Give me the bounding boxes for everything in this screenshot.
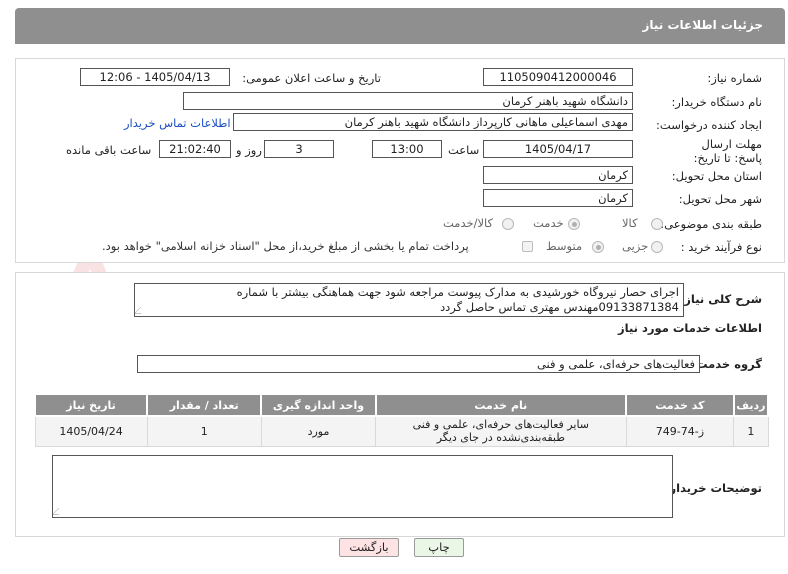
process-option-medium: متوسط bbox=[546, 239, 583, 253]
cell-date: 1405/04/24 bbox=[34, 415, 148, 447]
need-info-section bbox=[15, 58, 785, 263]
announce-date-label: تاریخ و ساعت اعلان عمومی: bbox=[242, 71, 381, 85]
cell-code: ز-74-749 bbox=[625, 415, 735, 447]
category-label: طبقه بندی موضوعی: bbox=[660, 217, 762, 231]
process-radio-minor[interactable] bbox=[651, 241, 663, 253]
cell-name: سایر فعالیت‌های حرفه‌ای، علمی و فنی طبقه… bbox=[375, 415, 627, 447]
creator-label: ایجاد کننده درخواست: bbox=[656, 118, 762, 132]
buyer-notes-textarea[interactable] bbox=[52, 455, 673, 518]
days-label: روز و bbox=[236, 143, 262, 157]
table-header-row: ردیف کد خدمت نام خدمت واحد اندازه گیری ت… bbox=[33, 393, 770, 417]
treasury-payment-checkbox[interactable] bbox=[522, 241, 533, 252]
deadline-time-field: 13:00 bbox=[372, 140, 442, 158]
deadline-time-label: ساعت bbox=[448, 143, 480, 157]
category-radio-goods-service[interactable] bbox=[502, 218, 514, 230]
city-field: کرمان bbox=[483, 189, 633, 207]
remaining-time-label: ساعت باقی مانده bbox=[66, 143, 152, 157]
treasury-payment-note: پرداخت تمام یا بخشی از مبلغ خرید،از محل … bbox=[102, 239, 469, 253]
col-unit-header: واحد اندازه گیری bbox=[260, 393, 377, 417]
col-date-header: تاریخ نیاز bbox=[33, 393, 149, 417]
service-group-label: گروه خدمت: bbox=[691, 357, 762, 371]
col-name-header: نام خدمت bbox=[374, 393, 628, 417]
category-radio-goods[interactable] bbox=[651, 218, 663, 230]
back-button[interactable]: بازگشت bbox=[339, 538, 399, 557]
service-group-field: فعالیت‌های حرفه‌ای، علمی و فنی bbox=[137, 355, 700, 373]
category-option-goods: کالا bbox=[622, 216, 638, 230]
province-label: استان محل تحویل: bbox=[671, 169, 762, 183]
category-option-goods-service: کالا/خدمت bbox=[443, 216, 494, 230]
buyer-contact-link[interactable]: اطلاعات تماس خریدار bbox=[124, 116, 231, 130]
col-code-header: کد خدمت bbox=[625, 393, 735, 417]
category-radio-service[interactable] bbox=[568, 218, 580, 230]
process-radio-medium[interactable] bbox=[592, 241, 604, 253]
page-title: جزئیات اطلاعات نیاز bbox=[642, 18, 763, 32]
services-heading: اطلاعات خدمات مورد نیاز bbox=[618, 321, 762, 335]
province-field: کرمان bbox=[483, 166, 633, 184]
table-row: 1 ز-74-749 سایر فعالیت‌های حرفه‌ای، علمی… bbox=[34, 415, 769, 447]
deadline-label: مهلت ارسال پاسخ: تا تاریخ: bbox=[693, 137, 762, 165]
description-label: شرح کلی نیاز: bbox=[679, 292, 762, 306]
description-textarea: اجرای حصار نیروگاه خورشیدی به مدارک پیوس… bbox=[134, 283, 684, 317]
buyer-org-field: دانشگاه شهید باهنر کرمان bbox=[183, 92, 633, 110]
announce-date-field: 1405/04/13 - 12:06 bbox=[80, 68, 230, 86]
description-text: اجرای حصار نیروگاه خورشیدی به مدارک پیوس… bbox=[236, 285, 679, 314]
cell-qty: 1 bbox=[146, 415, 262, 447]
deadline-date-field: 1405/04/17 bbox=[483, 140, 633, 158]
cell-unit: مورد bbox=[260, 415, 377, 447]
need-number-field: 1105090412000046 bbox=[483, 68, 633, 86]
remaining-time-field: 21:02:40 bbox=[159, 140, 231, 158]
cell-row: 1 bbox=[733, 415, 769, 447]
print-button[interactable]: چاپ bbox=[414, 538, 464, 557]
city-label: شهر محل تحویل: bbox=[678, 192, 762, 206]
days-remaining-field: 3 bbox=[264, 140, 334, 158]
category-option-service: خدمت bbox=[533, 216, 564, 230]
buyer-notes-label: توضیحات خریدار: bbox=[664, 481, 762, 495]
panel-header: جزئیات اطلاعات نیاز bbox=[15, 8, 785, 44]
process-label: نوع فرآیند خرید : bbox=[680, 240, 762, 254]
creator-field: مهدی اسماعیلی ماهانی کارپرداز دانشگاه شه… bbox=[233, 113, 633, 131]
col-row-header: ردیف bbox=[732, 393, 770, 417]
col-qty-header: تعداد / مقدار bbox=[146, 393, 263, 417]
buyer-org-label: نام دستگاه خریدار: bbox=[671, 95, 762, 109]
resize-handle-icon[interactable] bbox=[53, 508, 66, 515]
process-option-minor: جزیی bbox=[622, 239, 649, 253]
need-number-label: شماره نیاز: bbox=[707, 71, 762, 85]
services-table: ردیف کد خدمت نام خدمت واحد اندازه گیری ت… bbox=[33, 393, 770, 447]
resize-handle-icon[interactable] bbox=[135, 307, 148, 314]
